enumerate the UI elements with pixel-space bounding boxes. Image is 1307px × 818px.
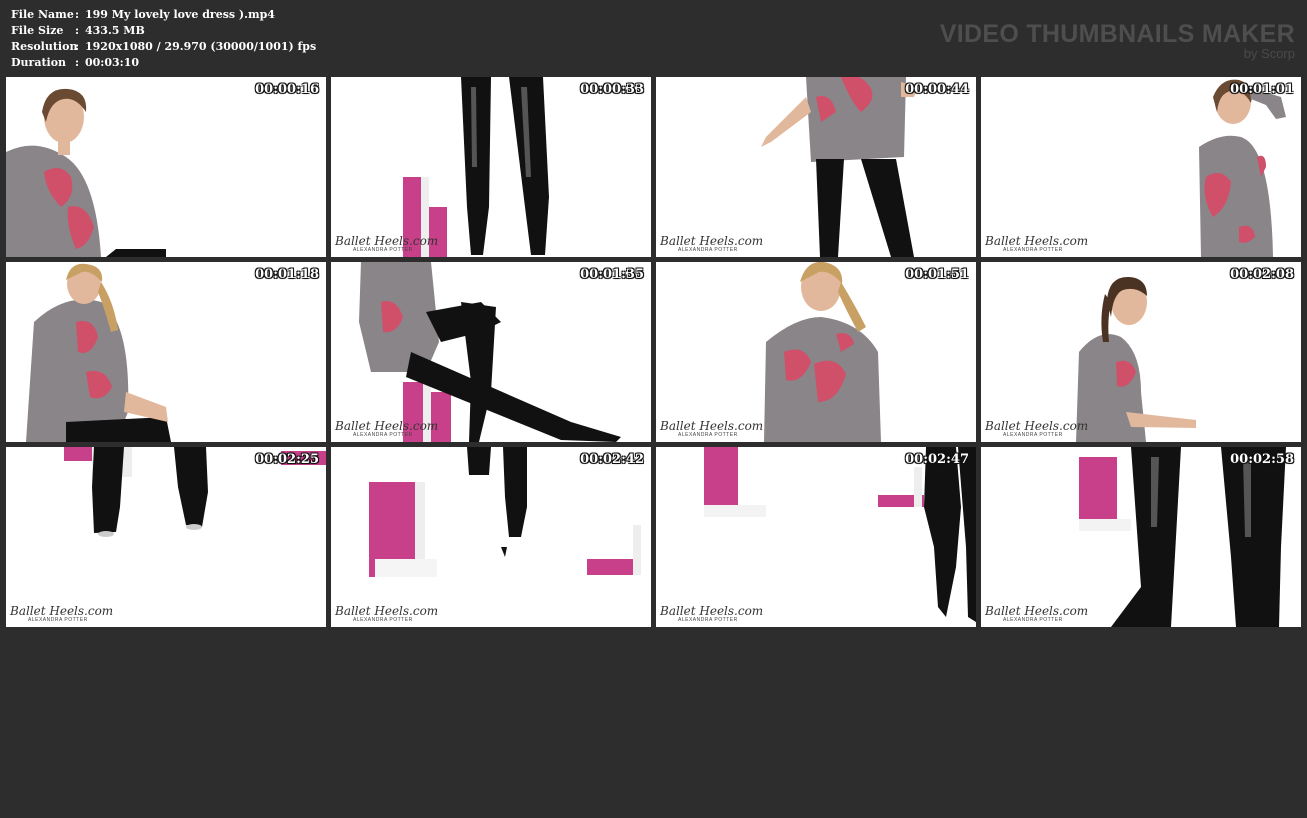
thumbnail-image bbox=[26, 263, 171, 442]
thumbnail-image bbox=[761, 77, 918, 257]
thumbnail[interactable]: 00:02:08 Ballet Heels.com ALEXANDRA POTT… bbox=[981, 262, 1301, 442]
watermark-text: Ballet Heels.com bbox=[335, 419, 439, 433]
watermark-text: Ballet Heels.com bbox=[660, 419, 764, 433]
info-row-resolution: Resolution : 1920x1080 / 29.970 (30000/1… bbox=[11, 39, 316, 55]
thumbnail-image bbox=[764, 262, 881, 442]
thumbnail-image bbox=[1076, 276, 1196, 442]
info-key: File Size bbox=[11, 24, 64, 37]
brand-watermark: Ballet Heels.com ALEXANDRA POTTER bbox=[10, 605, 113, 623]
brand-watermark: Ballet Heels.com ALEXANDRA POTTER bbox=[335, 235, 438, 253]
timestamp: 00:01:01 bbox=[1230, 82, 1294, 97]
info-value: 433.5 MB bbox=[85, 24, 145, 37]
thumbnail[interactable]: 00:00:33 Ballet Heels.com ALEXANDRA POTT… bbox=[331, 77, 651, 257]
thumbnail-image bbox=[704, 447, 976, 622]
thumbnail-image bbox=[359, 262, 621, 442]
timestamp: 00:00:33 bbox=[580, 82, 644, 97]
info-row-file-name: File Name : 199 My lovely love dress ).m… bbox=[11, 7, 316, 23]
watermark-text: Ballet Heels.com bbox=[985, 419, 1089, 433]
thumbnail-grid: 00:00:16 00:00:33 Ballet Heels.com ALEXA… bbox=[6, 77, 1301, 627]
thumbnail[interactable]: 00:00:16 bbox=[6, 77, 326, 257]
timestamp: 00:02:25 bbox=[255, 452, 319, 467]
thumbnail-image bbox=[64, 447, 326, 537]
brand-watermark: Ballet Heels.com ALEXANDRA POTTER bbox=[660, 605, 763, 623]
thumbnail-image bbox=[369, 447, 641, 577]
watermark-text: Ballet Heels.com bbox=[335, 604, 439, 618]
thumbnail[interactable]: 00:02:58 Ballet Heels.com ALEXANDRA POTT… bbox=[981, 447, 1301, 627]
thumbnail[interactable]: 00:01:51 Ballet Heels.com ALEXANDRA POTT… bbox=[656, 262, 976, 442]
timestamp: 00:01:51 bbox=[905, 267, 969, 282]
info-separator: : bbox=[75, 40, 80, 53]
brand-watermark: Ballet Heels.com ALEXANDRA POTTER bbox=[660, 420, 763, 438]
thumbnail-image bbox=[6, 88, 166, 257]
thumbnail[interactable]: 00:00:44 Ballet Heels.com ALEXANDRA POTT… bbox=[656, 77, 976, 257]
brand-title: VIDEO THUMBNAILS MAKER bbox=[939, 20, 1295, 48]
watermark-text: Ballet Heels.com bbox=[985, 234, 1089, 248]
thumbnail-image bbox=[1079, 447, 1286, 627]
brand-logo: VIDEO THUMBNAILS MAKER by Scorp bbox=[940, 20, 1295, 60]
watermark-text: Ballet Heels.com bbox=[985, 604, 1089, 618]
brand-watermark: Ballet Heels.com ALEXANDRA POTTER bbox=[660, 235, 763, 253]
info-separator: : bbox=[75, 8, 80, 21]
info-value: 00:03:10 bbox=[85, 56, 140, 69]
thumbnail-image bbox=[1199, 79, 1286, 257]
brand-watermark: Ballet Heels.com ALEXANDRA POTTER bbox=[985, 420, 1088, 438]
timestamp: 00:02:08 bbox=[1230, 267, 1294, 282]
info-row-duration: Duration : 00:03:10 bbox=[11, 55, 316, 71]
thumbnail[interactable]: 00:01:18 bbox=[6, 262, 326, 442]
brand-watermark: Ballet Heels.com ALEXANDRA POTTER bbox=[335, 420, 438, 438]
brand-watermark: Ballet Heels.com ALEXANDRA POTTER bbox=[985, 235, 1088, 253]
timestamp: 00:02:42 bbox=[580, 452, 644, 467]
timestamp: 00:02:47 bbox=[905, 452, 969, 467]
timestamp: 00:01:35 bbox=[580, 267, 644, 282]
timestamp: 00:02:58 bbox=[1230, 452, 1294, 467]
info-value: 1920x1080 / 29.970 (30000/1001) fps bbox=[85, 40, 317, 53]
watermark-text: Ballet Heels.com bbox=[10, 604, 114, 618]
brand-watermark: Ballet Heels.com ALEXANDRA POTTER bbox=[335, 605, 438, 623]
thumbnail[interactable]: 00:02:42 Ballet Heels.com ALEXANDRA POTT… bbox=[331, 447, 651, 627]
timestamp: 00:00:16 bbox=[255, 82, 319, 97]
info-key: File Name bbox=[11, 8, 74, 21]
thumbnail-image bbox=[403, 77, 549, 257]
info-value: 199 My lovely love dress ).mp4 bbox=[85, 8, 275, 21]
timestamp: 00:00:44 bbox=[905, 82, 969, 97]
watermark-text: Ballet Heels.com bbox=[335, 234, 439, 248]
watermark-text: Ballet Heels.com bbox=[660, 604, 764, 618]
thumbnail[interactable]: 00:01:01 Ballet Heels.com ALEXANDRA POTT… bbox=[981, 77, 1301, 257]
brand-watermark: Ballet Heels.com ALEXANDRA POTTER bbox=[985, 605, 1088, 623]
watermark-text: Ballet Heels.com bbox=[660, 234, 764, 248]
file-info-panel: File Name : 199 My lovely love dress ).m… bbox=[11, 7, 316, 71]
info-key: Resolution bbox=[11, 40, 78, 53]
thumbnail[interactable]: 00:02:47 Ballet Heels.com ALEXANDRA POTT… bbox=[656, 447, 976, 627]
thumbnail[interactable]: 00:02:25 Ballet Heels.com ALEXANDRA POTT… bbox=[6, 447, 326, 627]
info-row-file-size: File Size : 433.5 MB bbox=[11, 23, 316, 39]
info-separator: : bbox=[75, 24, 80, 37]
info-key: Duration bbox=[11, 56, 67, 69]
timestamp: 00:01:18 bbox=[255, 267, 319, 282]
brand-byline: by Scorp bbox=[1243, 46, 1295, 61]
info-separator: : bbox=[75, 56, 80, 69]
thumbnail[interactable]: 00:01:35 Ballet Heels.com ALEXANDRA POTT… bbox=[331, 262, 651, 442]
